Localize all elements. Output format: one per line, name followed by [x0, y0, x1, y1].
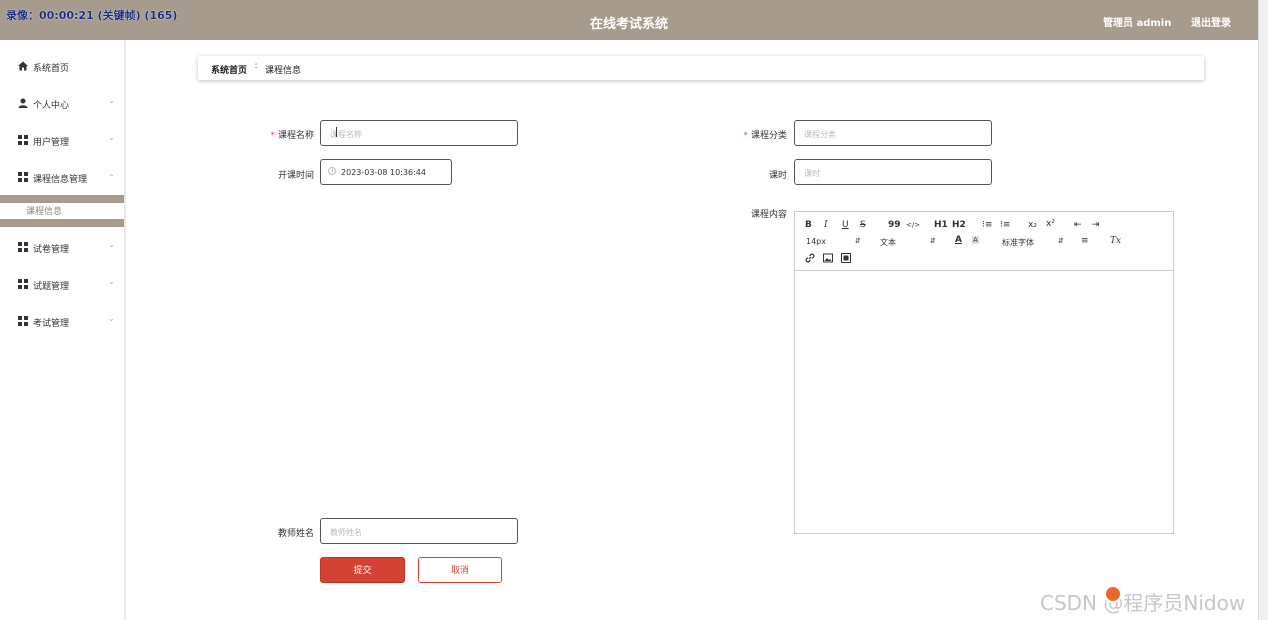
start-time-label: 开课时间 [277, 171, 314, 181]
indent-button[interactable]: ⇥ [1092, 220, 1100, 230]
select-caret-icon: ⇵ [930, 237, 936, 245]
required-mark: * [743, 131, 748, 141]
home-icon [18, 61, 28, 71]
placeholder: 课程分类 [804, 130, 836, 139]
grid-icon [18, 242, 28, 252]
course-category-label: * 课程分类 [743, 131, 787, 141]
grid-icon [18, 316, 28, 326]
hours-label: 课时 [768, 171, 787, 181]
start-time-picker[interactable]: 2023-03-08 10:36:44 [320, 159, 452, 185]
image-icon[interactable] [823, 253, 833, 263]
subscript-button[interactable]: x₂ [1028, 220, 1037, 230]
breadcrumb-separator: ∶ [255, 62, 258, 72]
select-caret-icon: ⇵ [855, 237, 861, 245]
content-label: 课程内容 [750, 210, 787, 220]
breadcrumb: 系统首页 ∶ 课程信息 [198, 56, 1204, 80]
chevron-up-icon: ⌃ [108, 173, 115, 182]
bullet-list-button[interactable]: ⁝≡ [1000, 220, 1010, 230]
superscript-button[interactable]: x² [1046, 219, 1055, 229]
chevron-down-icon: ⌄ [108, 240, 115, 249]
teacher-input[interactable]: 教师姓名 [320, 518, 518, 544]
grid-icon [18, 135, 28, 145]
background-color-button[interactable]: A [972, 236, 979, 244]
clock-icon [328, 167, 336, 175]
scrollbar[interactable] [1258, 0, 1268, 620]
sidebar-item-papers[interactable]: 试卷管理 ⌄ [0, 232, 124, 262]
sidebar-item-profile[interactable]: 个人中心 ⌄ [0, 88, 124, 118]
text-cursor-icon [336, 127, 339, 137]
watermark: CSDN @程序员Nidow [1040, 591, 1246, 615]
placeholder: 课程名称 [330, 130, 362, 139]
page: 录像：00:00:21 (关键帧) (165) 在线考试系统 管理员 admin… [0, 0, 1268, 620]
sidebar-item-exams[interactable]: 考试管理 ⌄ [0, 306, 124, 336]
sidebar-item-label: 个人中心 [33, 101, 70, 111]
app-title: 在线考试系统 [589, 17, 668, 32]
placeholder: 课时 [804, 169, 820, 178]
sidebar-item-users[interactable]: 用户管理 ⌄ [0, 125, 124, 155]
placeholder: 教师姓名 [330, 528, 362, 537]
sidebar-item-home[interactable]: 系统首页 [0, 51, 124, 81]
block-type-select[interactable]: 文本 [880, 237, 896, 248]
strike-button[interactable]: S [860, 220, 866, 230]
top-bar: 录像：00:00:21 (关键帧) (165) 在线考试系统 管理员 admin… [0, 0, 1258, 40]
heading2-button[interactable]: H2 [952, 220, 966, 230]
ordered-list-button[interactable]: ⁝≡ [982, 220, 992, 230]
course-name-label: * 课程名称 [270, 131, 314, 141]
chevron-down-icon: ⌄ [108, 277, 115, 286]
underline-button[interactable]: U [842, 220, 849, 230]
breadcrumb-home[interactable]: 系统首页 [211, 63, 247, 76]
chevron-down-icon: ⌄ [108, 96, 115, 105]
sidebar-subitem-label: 课程信息 [26, 207, 63, 217]
clean-format-button[interactable]: Tx [1110, 236, 1121, 246]
sidebar-item-label: 课程信息管理 [33, 175, 88, 185]
blockquote-button[interactable]: 99 [888, 220, 901, 230]
select-caret-icon: ⇵ [1058, 237, 1064, 245]
font-size-select[interactable]: 14px [806, 237, 826, 246]
heading1-button[interactable]: H1 [934, 220, 948, 230]
grid-icon [18, 279, 28, 289]
breadcrumb-current: 课程信息 [265, 66, 302, 76]
bold-button[interactable]: B [805, 220, 812, 230]
rich-text-editor: B I U S 99 </> H1 H2 ⁝≡ ⁝≡ x₂ x² ⇤ ⇥ 14p… [794, 211, 1174, 534]
sidebar-item-label: 考试管理 [33, 319, 70, 329]
italic-button[interactable]: I [824, 220, 828, 230]
font-family-select[interactable]: 标准字体 [1002, 237, 1034, 248]
font-color-button[interactable]: A [955, 235, 962, 245]
hours-input[interactable]: 课时 [794, 159, 992, 185]
teacher-label: 教师姓名 [277, 529, 314, 539]
video-icon[interactable] [841, 253, 851, 263]
sidebar-item-label: 系统首页 [33, 64, 70, 74]
sidebar-item-questions[interactable]: 试题管理 ⌄ [0, 269, 124, 299]
align-icon[interactable]: ≡ [1081, 236, 1089, 246]
sidebar-item-label: 试题管理 [33, 282, 70, 292]
code-button[interactable]: </> [906, 221, 920, 229]
course-category-input[interactable]: 课程分类 [794, 120, 992, 146]
sidebar-item-label: 试卷管理 [33, 245, 70, 255]
csdn-logo-icon [1104, 585, 1122, 603]
sidebar-item-course-management[interactable]: 课程信息管理 ⌃ [0, 162, 124, 192]
divider [0, 219, 124, 227]
editor-toolbar: B I U S 99 </> H1 H2 ⁝≡ ⁝≡ x₂ x² ⇤ ⇥ 14p… [795, 212, 1173, 271]
cancel-button[interactable]: 取消 [418, 557, 502, 583]
chevron-down-icon: ⌄ [108, 133, 115, 142]
logout-button[interactable]: 退出登录 [1191, 14, 1231, 29]
outdent-button[interactable]: ⇤ [1074, 220, 1082, 230]
chevron-down-icon: ⌄ [108, 314, 115, 323]
sidebar: 系统首页 个人中心 ⌄ 用户管理 ⌄ 课程信息管理 ⌃ 课程信息 试卷管理 ⌄ [0, 40, 126, 620]
user-icon [18, 98, 28, 108]
grid-icon [18, 172, 28, 182]
submit-button[interactable]: 提交 [320, 557, 405, 583]
required-mark: * [270, 131, 275, 141]
link-icon[interactable] [805, 253, 815, 263]
start-time-value: 2023-03-08 10:36:44 [341, 168, 426, 177]
sidebar-subitem-course-info[interactable]: 课程信息 [0, 201, 124, 219]
sidebar-item-label: 用户管理 [33, 138, 70, 148]
editor-content-area[interactable] [795, 271, 1173, 533]
current-user: 管理员 admin [1103, 18, 1172, 29]
course-name-input[interactable]: 课程名称 [320, 120, 518, 146]
